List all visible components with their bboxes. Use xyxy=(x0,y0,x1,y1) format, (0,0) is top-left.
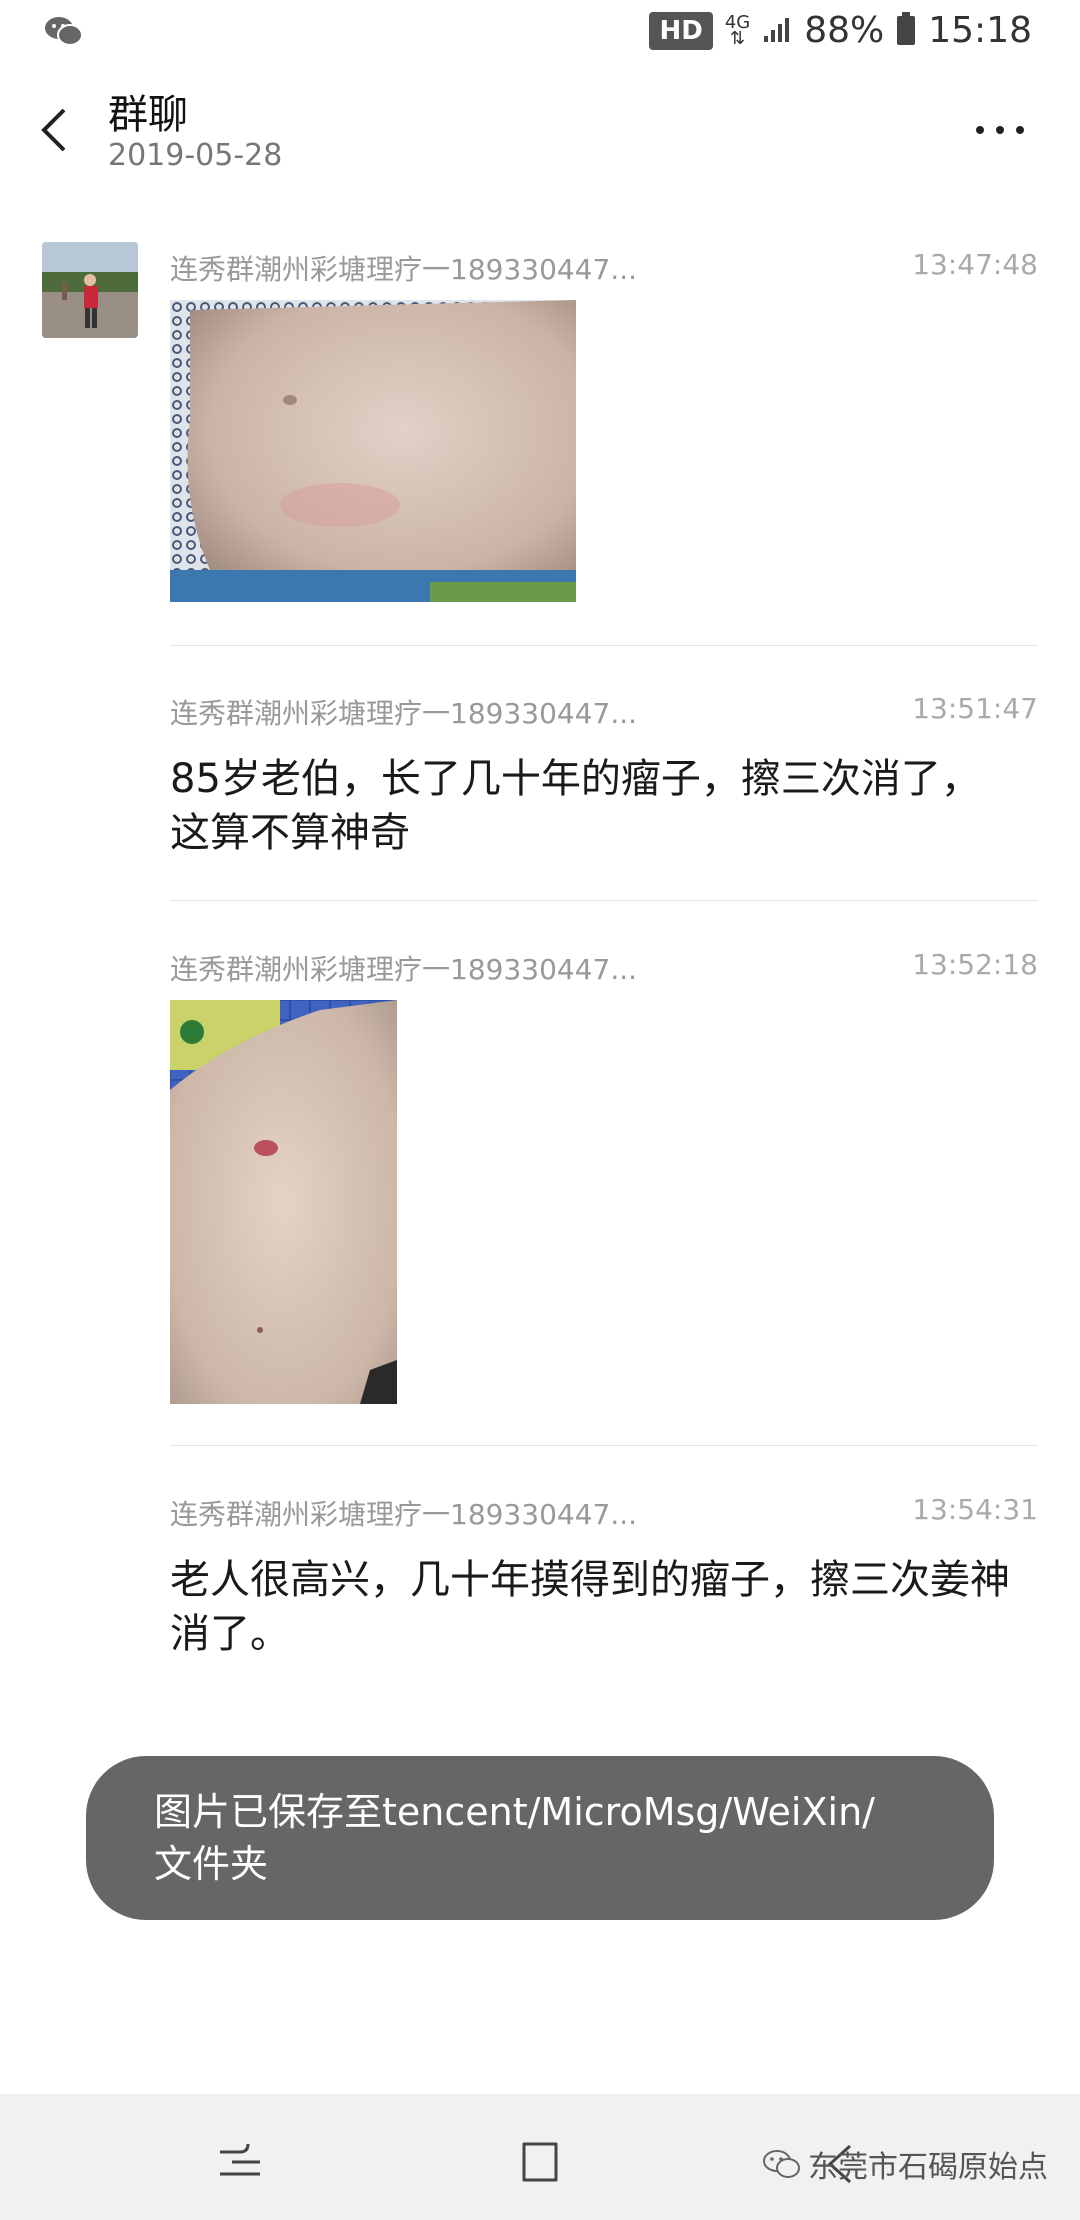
divider xyxy=(170,900,1038,901)
message-time: 13:51:47 xyxy=(912,692,1038,725)
system-nav-bar: 东莞市石碣原始点 xyxy=(0,2094,1080,2220)
recents-icon xyxy=(220,2143,260,2176)
wechat-logo-icon xyxy=(763,2150,800,2178)
back-button[interactable] xyxy=(34,100,74,160)
message-time: 13:52:18 xyxy=(912,948,1038,981)
message-2: 连秀群潮州彩塘理疗一189330447... 13:51:47 85岁老伯，长了… xyxy=(170,692,1038,860)
message-photo-1[interactable] xyxy=(170,300,576,602)
clock: 15:18 xyxy=(928,10,1032,51)
app-screen: HD 4G ⇅ 88% 15:18 群聊 2019-05-28 连秀群潮州彩塘理… xyxy=(0,0,1080,2220)
watermark: 东莞市石碣原始点 xyxy=(762,2142,1048,2186)
message-4: 连秀群潮州彩塘理疗一189330447... 13:54:31 老人很高兴，几十… xyxy=(170,1493,1038,1661)
hd-badge: HD xyxy=(649,11,713,50)
status-bar: HD 4G ⇅ 88% 15:18 xyxy=(0,0,1080,64)
message-text: 老人很高兴，几十年摸得到的瘤子，擦三次姜神消了。 xyxy=(170,1557,1010,1657)
more-button[interactable] xyxy=(970,110,1030,150)
network-indicator: 4G ⇅ xyxy=(724,11,751,49)
page-title: 群聊 xyxy=(108,92,188,138)
message-time: 13:47:48 xyxy=(912,248,1038,281)
message-3: 连秀群潮州彩塘理疗一189330447... 13:52:18 xyxy=(170,948,1038,988)
sender-name[interactable]: 连秀群潮州彩塘理疗一189330447... xyxy=(170,692,637,732)
battery-percent: 88% xyxy=(804,10,885,51)
home-square-icon xyxy=(522,2142,558,2182)
signal-icon xyxy=(762,14,792,48)
page-date: 2019-05-28 xyxy=(108,138,283,173)
watermark-text: 东莞市石碣原始点 xyxy=(808,2150,1048,2185)
chevron-left-icon xyxy=(41,108,66,152)
sender-name[interactable]: 连秀群潮州彩塘理疗一189330447... xyxy=(170,948,637,988)
message-text: 85岁老伯，长了几十年的瘤子，擦三次消了，这算不算神奇 xyxy=(170,756,981,856)
message-1: 连秀群潮州彩塘理疗一189330447... 13:47:48 xyxy=(170,248,1038,288)
message-photo-2[interactable] xyxy=(170,1000,397,1404)
sender-name[interactable]: 连秀群潮州彩塘理疗一189330447... xyxy=(170,1493,637,1533)
sender-avatar[interactable] xyxy=(42,242,138,338)
sender-name[interactable]: 连秀群潮州彩塘理疗一189330447... xyxy=(170,248,637,288)
more-dots-icon xyxy=(976,126,1024,134)
message-time: 13:54:31 xyxy=(912,1493,1038,1526)
save-toast: 图片已保存至tencent/MicroMsg/WeiXin/ 文件夹 xyxy=(86,1756,994,1920)
wechat-notification-icon xyxy=(44,14,84,52)
divider xyxy=(170,1445,1038,1446)
divider xyxy=(170,645,1038,646)
home-button[interactable] xyxy=(510,2134,570,2194)
top-bar: 群聊 2019-05-28 xyxy=(0,70,1080,180)
recent-apps-button[interactable] xyxy=(210,2134,270,2194)
battery-icon xyxy=(896,11,916,50)
